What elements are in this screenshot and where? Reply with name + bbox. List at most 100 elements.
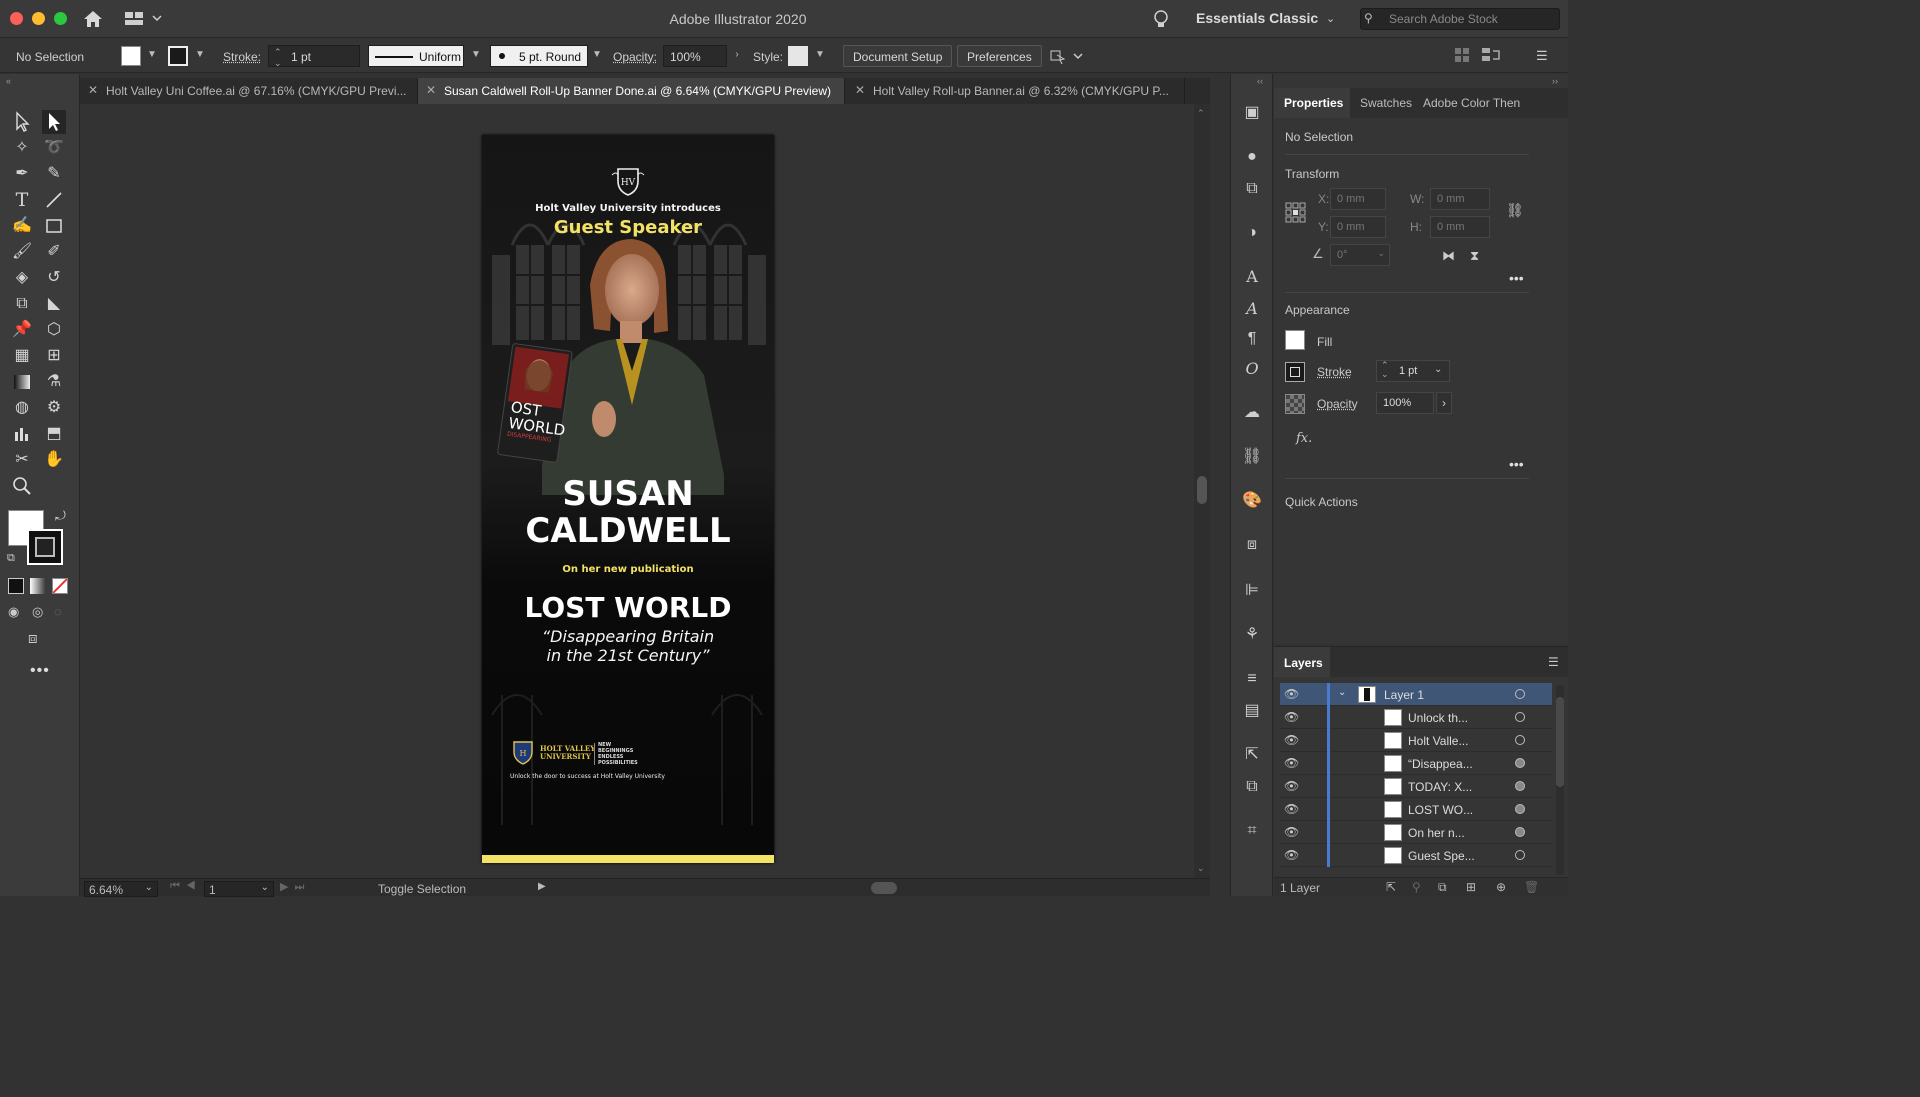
stroke-color-box[interactable] bbox=[27, 529, 63, 565]
opentype-panel-icon[interactable]: O bbox=[1241, 358, 1263, 380]
more-options-icon[interactable]: ••• bbox=[1509, 456, 1524, 472]
more-options-icon[interactable]: ••• bbox=[1509, 270, 1524, 286]
expand-panel-icon[interactable]: ›› bbox=[1552, 76, 1558, 86]
close-tab-icon[interactable]: ✕ bbox=[855, 83, 865, 97]
asset-export-icon[interactable]: ⌗ bbox=[1241, 820, 1263, 842]
brush-definition[interactable]: 5 pt. Round bbox=[490, 45, 588, 67]
character-panel-icon[interactable]: A bbox=[1241, 266, 1263, 288]
collapse-panel-icon[interactable]: ‹‹ bbox=[1257, 76, 1263, 86]
tab-properties[interactable]: Properties bbox=[1284, 96, 1343, 110]
fill-swatch[interactable] bbox=[121, 46, 141, 66]
target-circle-icon[interactable] bbox=[1515, 758, 1525, 768]
chevron-right-icon[interactable]: › bbox=[1436, 392, 1452, 414]
rectangle-tool-icon[interactable] bbox=[42, 214, 66, 238]
layer-row[interactable]: 👁 Holt Valle... bbox=[1280, 729, 1552, 752]
selection-tool-icon[interactable] bbox=[10, 110, 34, 134]
close-tab-icon[interactable]: ✕ bbox=[426, 83, 436, 97]
reference-point-icon[interactable] bbox=[1285, 202, 1307, 224]
isolate-icon[interactable] bbox=[1482, 47, 1502, 63]
target-circle-icon[interactable] bbox=[1515, 850, 1525, 860]
layer-name[interactable]: LOST WO... bbox=[1408, 803, 1473, 817]
width-field[interactable]: 0 mm bbox=[1430, 188, 1490, 210]
scrollbar-thumb[interactable] bbox=[1197, 476, 1207, 504]
free-transform-icon[interactable]: ⬡ bbox=[42, 318, 66, 342]
visibility-eye-icon[interactable]: 👁 bbox=[1284, 825, 1299, 839]
new-layer-icon[interactable]: ⊕ bbox=[1496, 880, 1506, 894]
panel-menu-icon[interactable]: ☰ bbox=[1536, 48, 1550, 63]
artboards-panel-icon[interactable]: ⧉ bbox=[1241, 776, 1263, 798]
collapse-panel-icon[interactable]: « bbox=[6, 76, 11, 86]
curvature-tool-icon[interactable]: ✎ bbox=[42, 162, 66, 186]
graph-tool-icon[interactable] bbox=[10, 422, 34, 446]
opacity-label[interactable]: Opacity: bbox=[613, 50, 657, 64]
rotate-field[interactable]: 0° ⌄ bbox=[1330, 244, 1390, 266]
visibility-eye-icon[interactable]: 👁 bbox=[1284, 848, 1299, 862]
layer-row[interactable]: 👁 On her n... bbox=[1280, 821, 1552, 844]
chevron-down-icon[interactable]: ⌄ bbox=[1377, 248, 1385, 259]
eraser-icon[interactable]: ◈ bbox=[10, 266, 34, 290]
swap-colors-icon[interactable]: ⤾ bbox=[55, 508, 66, 524]
direct-selection-tool-icon[interactable] bbox=[42, 110, 66, 134]
target-circle-icon[interactable] bbox=[1515, 712, 1525, 722]
target-circle-icon[interactable] bbox=[1515, 735, 1525, 745]
grid-icon[interactable] bbox=[1455, 48, 1469, 62]
mesh-tool-icon[interactable]: ⊞ bbox=[42, 344, 66, 368]
opacity-field[interactable]: 100% bbox=[663, 45, 727, 67]
tab-holt-valley-rollup[interactable]: ✕ Holt Valley Roll-up Banner.ai @ 6.32% (… bbox=[847, 78, 1185, 104]
locate-object-icon[interactable]: ⚲ bbox=[1412, 880, 1421, 894]
scroll-down-icon[interactable]: ⌄ bbox=[1197, 863, 1205, 874]
pen-tool-icon[interactable]: ✒ bbox=[10, 162, 34, 186]
artboard-number-field[interactable]: 1 ⌄ bbox=[204, 881, 274, 897]
paragraph-panel-icon[interactable]: ¶ bbox=[1241, 328, 1263, 350]
chevron-down-icon[interactable]: ⌄ bbox=[261, 882, 269, 893]
select-similar-icon[interactable] bbox=[1050, 47, 1084, 65]
stroke-swatch[interactable] bbox=[168, 46, 188, 66]
lightbulb-icon[interactable] bbox=[1152, 9, 1170, 29]
tab-holt-valley-coffee[interactable]: ✕ Holt Valley Uni Coffee.ai @ 67.16% (CMY… bbox=[80, 78, 418, 104]
scroll-up-icon[interactable]: ⌃ bbox=[1197, 108, 1205, 119]
export-selection-icon[interactable]: ⇱ bbox=[1386, 880, 1396, 894]
clipping-mask-icon[interactable]: ⧉ bbox=[1438, 880, 1447, 895]
delete-layer-icon[interactable]: 🗑 bbox=[1524, 880, 1539, 894]
horizontal-scrollbar[interactable] bbox=[558, 881, 1198, 895]
vertical-scrollbar[interactable]: ⌃ ⌄ bbox=[1194, 104, 1210, 878]
pathfinder-panel-icon[interactable]: ⧈ bbox=[1241, 534, 1263, 556]
close-tab-icon[interactable]: ✕ bbox=[88, 83, 98, 97]
chevron-down-icon[interactable]: ▼ bbox=[194, 49, 206, 61]
tab-swatches[interactable]: Swatches bbox=[1360, 96, 1412, 110]
new-sublayer-icon[interactable]: ⊞ bbox=[1466, 880, 1476, 894]
status-menu-arrow-icon[interactable]: ▶ bbox=[538, 881, 546, 892]
tab-adobe-color-themes[interactable]: Adobe Color Then bbox=[1423, 96, 1563, 110]
zoom-tool-icon[interactable] bbox=[10, 474, 34, 498]
opacity-icon[interactable] bbox=[1285, 394, 1305, 414]
layer-row[interactable]: 👁 Guest Spe... bbox=[1280, 844, 1552, 867]
scrollbar-thumb[interactable] bbox=[1556, 697, 1564, 787]
edit-toolbar-icon[interactable]: ••• bbox=[30, 662, 50, 680]
preferences-button[interactable]: Preferences bbox=[957, 45, 1042, 67]
eyedropper-icon[interactable]: ⚗ bbox=[42, 370, 66, 394]
warp-tool-icon[interactable]: ◣ bbox=[42, 292, 66, 316]
next-last-artboard-icon[interactable]: ▶⏭ bbox=[280, 880, 310, 894]
line-tool-icon[interactable] bbox=[42, 188, 66, 212]
stroke-label[interactable]: Stroke bbox=[1317, 365, 1352, 379]
tab-susan-caldwell-banner[interactable]: ✕ Susan Caldwell Roll-Up Banner Done.ai @… bbox=[418, 78, 845, 104]
color-mode-icon[interactable] bbox=[8, 578, 24, 594]
shaper-tool-icon[interactable]: ✐ bbox=[42, 240, 66, 264]
variable-width-profile[interactable]: Uniform bbox=[368, 45, 464, 67]
properties-panel-icon[interactable]: ▣ bbox=[1241, 102, 1263, 124]
visibility-eye-icon[interactable]: 👁 bbox=[1284, 779, 1299, 793]
layer-name[interactable]: Holt Valle... bbox=[1408, 734, 1468, 748]
chevron-down-icon[interactable]: ⌄ bbox=[1434, 364, 1442, 375]
stroke-panel-icon[interactable]: ≡ bbox=[1241, 668, 1263, 690]
visibility-eye-icon[interactable]: 👁 bbox=[1284, 733, 1299, 747]
magic-wand-icon[interactable]: ✧ bbox=[10, 136, 34, 160]
layer-row-layer1[interactable]: 👁 ⌄ Layer 1 bbox=[1280, 683, 1552, 706]
chevron-down-icon[interactable]: ⌄ bbox=[145, 882, 153, 893]
stepper-icon[interactable]: ⌃ ⌄ bbox=[274, 47, 282, 69]
y-field[interactable]: 0 mm bbox=[1330, 216, 1386, 238]
target-circle-icon[interactable] bbox=[1515, 689, 1525, 699]
draw-normal-icon[interactable]: ◉ bbox=[8, 604, 19, 620]
export-panel-icon[interactable]: ⇱ bbox=[1241, 744, 1263, 766]
stepper-icon[interactable]: ⌃ ⌄ bbox=[1381, 361, 1389, 379]
chevron-right-icon[interactable]: › bbox=[731, 49, 743, 61]
